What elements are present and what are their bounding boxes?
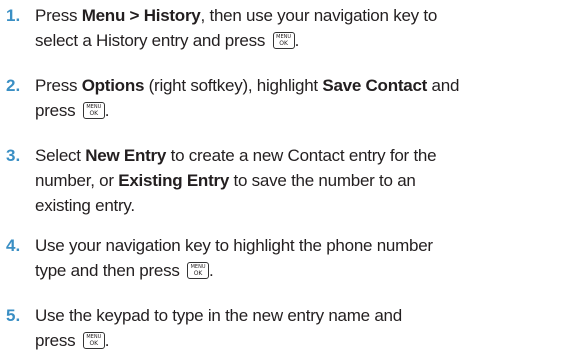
step-line: press MENU OK. bbox=[35, 328, 570, 353]
text-segment: , then use your navigation key to bbox=[200, 6, 438, 25]
step-line: Press Options (right softkey), highlight… bbox=[35, 73, 570, 98]
step-line: Use your navigation key to highlight the… bbox=[35, 233, 570, 258]
text-segment: to save the number to an bbox=[229, 171, 416, 190]
step-line: Press Menu > History, then use your navi… bbox=[35, 3, 570, 28]
step-line: select a History entry and press MENU OK. bbox=[35, 28, 570, 53]
step-text: Press Menu > History, then use your navi… bbox=[35, 3, 570, 53]
step-line: type and then press MENU OK. bbox=[35, 258, 570, 283]
bold-term: Existing Entry bbox=[118, 171, 230, 190]
text-segment: . bbox=[209, 261, 214, 280]
text-segment: select a History entry and press bbox=[35, 31, 270, 50]
step-text: Press Options (right softkey), highlight… bbox=[35, 73, 570, 123]
bold-term: Save Contact bbox=[322, 76, 428, 95]
text-segment: existing entry. bbox=[35, 196, 135, 215]
key-bottom-label: OK bbox=[89, 340, 99, 347]
step-number: 3. bbox=[6, 146, 21, 165]
text-segment: Select bbox=[35, 146, 86, 165]
step-number: 1. bbox=[6, 6, 21, 25]
step-line: Select New Entry to create a new Contact… bbox=[35, 143, 570, 168]
text-segment: Press bbox=[35, 76, 82, 95]
text-segment: Use your navigation key to highlight the… bbox=[35, 236, 433, 255]
text-segment: . bbox=[104, 101, 110, 120]
bold-term: New Entry bbox=[85, 146, 167, 165]
text-segment: . bbox=[104, 331, 110, 350]
key-bottom-label: OK bbox=[89, 110, 99, 117]
step-text: Use your navigation key to highlight the… bbox=[35, 233, 570, 283]
bold-term: Menu > History bbox=[81, 6, 201, 25]
text-segment: to create a new Contact entry for the bbox=[166, 146, 437, 165]
text-segment: press bbox=[35, 331, 80, 350]
step-number: 5. bbox=[6, 306, 21, 325]
key-bottom-label: OK bbox=[193, 270, 203, 277]
text-segment: . bbox=[294, 31, 300, 50]
bold-term: Options bbox=[81, 76, 145, 95]
menu-ok-key-icon: MENU OK bbox=[82, 332, 105, 349]
menu-ok-key-icon: MENU OK bbox=[272, 32, 295, 49]
step-number: 2. bbox=[6, 76, 21, 95]
menu-ok-key-icon: MENU OK bbox=[82, 102, 105, 119]
text-segment: press bbox=[35, 101, 80, 120]
step-number: 4. bbox=[6, 236, 21, 255]
step-text: Select New Entry to create a new Contact… bbox=[35, 143, 570, 218]
step-text: Use the keypad to type in the new entry … bbox=[35, 303, 570, 353]
text-segment: Use the keypad to type in the new entry … bbox=[35, 306, 402, 325]
step-line: press MENU OK. bbox=[35, 98, 570, 123]
text-segment: (right softkey), highlight bbox=[144, 76, 323, 95]
key-bottom-label: OK bbox=[279, 40, 288, 47]
step-line: existing entry. bbox=[35, 193, 570, 218]
menu-ok-key-icon: MENU OK bbox=[187, 262, 210, 279]
text-segment: type and then press bbox=[35, 261, 185, 280]
step-line: Use the keypad to type in the new entry … bbox=[35, 303, 570, 328]
text-segment: and bbox=[427, 76, 460, 95]
text-segment: Press bbox=[35, 6, 82, 25]
step-line: number, or Existing Entry to save the nu… bbox=[35, 168, 570, 193]
text-segment: number, or bbox=[35, 171, 119, 190]
